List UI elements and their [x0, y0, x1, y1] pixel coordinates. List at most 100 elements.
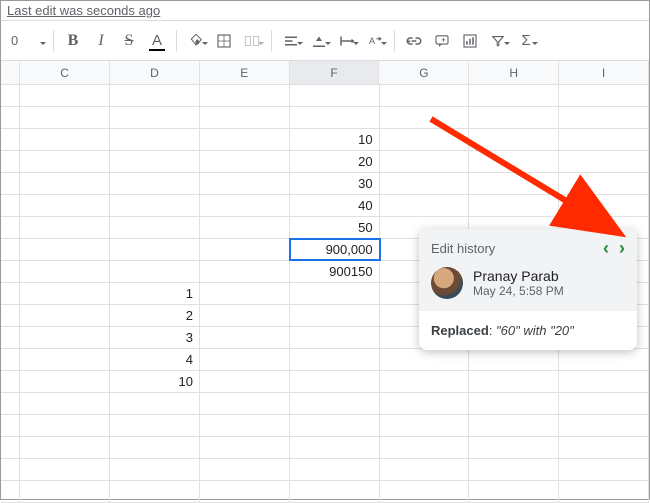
- cell[interactable]: [200, 393, 290, 414]
- last-edit-link[interactable]: Last edit was seconds ago: [1, 1, 649, 21]
- cell[interactable]: [290, 371, 380, 392]
- cell[interactable]: [290, 107, 380, 128]
- cell[interactable]: [290, 393, 380, 414]
- cell[interactable]: [290, 437, 380, 458]
- cell[interactable]: [110, 129, 200, 150]
- cell[interactable]: [1, 107, 20, 128]
- cell[interactable]: [200, 481, 290, 502]
- cell[interactable]: [559, 85, 649, 106]
- cell[interactable]: [380, 349, 470, 370]
- cell[interactable]: [1, 305, 20, 326]
- cell[interactable]: [1, 151, 20, 172]
- cell[interactable]: [20, 437, 110, 458]
- italic-button[interactable]: I: [88, 28, 114, 54]
- column-header[interactable]: E: [200, 61, 290, 84]
- cell[interactable]: [1, 481, 20, 502]
- cell[interactable]: [200, 327, 290, 348]
- vertical-align-button[interactable]: [306, 28, 332, 54]
- cell[interactable]: [200, 239, 290, 260]
- cell[interactable]: [559, 151, 649, 172]
- cell[interactable]: [110, 437, 200, 458]
- cell[interactable]: [1, 283, 20, 304]
- cell[interactable]: [20, 393, 110, 414]
- cell[interactable]: [1, 371, 20, 392]
- cell[interactable]: [559, 107, 649, 128]
- cell[interactable]: [559, 437, 649, 458]
- cell[interactable]: [559, 349, 649, 370]
- cell[interactable]: [1, 129, 20, 150]
- cell[interactable]: [380, 393, 470, 414]
- cell[interactable]: [290, 283, 380, 304]
- cell[interactable]: [469, 481, 559, 502]
- cell[interactable]: [20, 261, 110, 282]
- merge-cells-button[interactable]: [239, 28, 265, 54]
- cell[interactable]: [200, 195, 290, 216]
- cell[interactable]: [20, 173, 110, 194]
- cell[interactable]: [380, 107, 470, 128]
- cell[interactable]: [110, 393, 200, 414]
- cell[interactable]: [20, 85, 110, 106]
- cell[interactable]: [20, 129, 110, 150]
- cell[interactable]: [200, 415, 290, 436]
- next-edit-button[interactable]: ›: [619, 239, 625, 257]
- cell[interactable]: [469, 173, 559, 194]
- cell[interactable]: [200, 459, 290, 480]
- cell[interactable]: [290, 481, 380, 502]
- cell[interactable]: [380, 151, 470, 172]
- cell[interactable]: [1, 85, 20, 106]
- cell[interactable]: [110, 151, 200, 172]
- cell[interactable]: [1, 393, 20, 414]
- column-header[interactable]: D: [110, 61, 200, 84]
- cell[interactable]: [200, 371, 290, 392]
- cell[interactable]: [20, 195, 110, 216]
- cell[interactable]: [559, 371, 649, 392]
- cell[interactable]: [380, 437, 470, 458]
- column-header[interactable]: I: [559, 61, 649, 84]
- cell[interactable]: [20, 107, 110, 128]
- cell[interactable]: [559, 393, 649, 414]
- insert-comment-button[interactable]: [429, 28, 455, 54]
- cell[interactable]: 3: [110, 327, 200, 348]
- insert-chart-button[interactable]: [457, 28, 483, 54]
- cell[interactable]: [20, 459, 110, 480]
- cell[interactable]: [110, 459, 200, 480]
- zoom-dropdown[interactable]: 0: [7, 28, 47, 54]
- cell[interactable]: [200, 283, 290, 304]
- cell[interactable]: [200, 107, 290, 128]
- cell[interactable]: [1, 459, 20, 480]
- cell[interactable]: 40: [290, 195, 380, 216]
- cell[interactable]: [200, 129, 290, 150]
- cell[interactable]: 50: [290, 217, 380, 238]
- insert-link-button[interactable]: [401, 28, 427, 54]
- text-color-button[interactable]: A: [144, 28, 170, 54]
- cell[interactable]: [559, 129, 649, 150]
- prev-edit-button[interactable]: ‹: [603, 239, 609, 257]
- cell[interactable]: [380, 129, 470, 150]
- cell[interactable]: [1, 195, 20, 216]
- cell[interactable]: [20, 327, 110, 348]
- cell[interactable]: [469, 107, 559, 128]
- cell[interactable]: 10: [290, 129, 380, 150]
- cell[interactable]: [200, 217, 290, 238]
- text-rotation-button[interactable]: A: [362, 28, 388, 54]
- column-header[interactable]: H: [469, 61, 559, 84]
- cell[interactable]: [1, 349, 20, 370]
- cell[interactable]: [290, 305, 380, 326]
- cell[interactable]: [380, 459, 470, 480]
- cell[interactable]: 2: [110, 305, 200, 326]
- strikethrough-button[interactable]: S: [116, 28, 142, 54]
- cell[interactable]: [110, 195, 200, 216]
- cell[interactable]: [559, 415, 649, 436]
- cell[interactable]: [110, 239, 200, 260]
- cell[interactable]: 1: [110, 283, 200, 304]
- cell[interactable]: [469, 437, 559, 458]
- cell[interactable]: 900150: [290, 261, 380, 282]
- cell[interactable]: [469, 349, 559, 370]
- cell[interactable]: [469, 459, 559, 480]
- cell[interactable]: [20, 217, 110, 238]
- column-header[interactable]: F: [290, 61, 380, 84]
- horizontal-align-button[interactable]: [278, 28, 304, 54]
- corner-cell[interactable]: [1, 61, 20, 84]
- cell[interactable]: [20, 239, 110, 260]
- cell[interactable]: [380, 415, 470, 436]
